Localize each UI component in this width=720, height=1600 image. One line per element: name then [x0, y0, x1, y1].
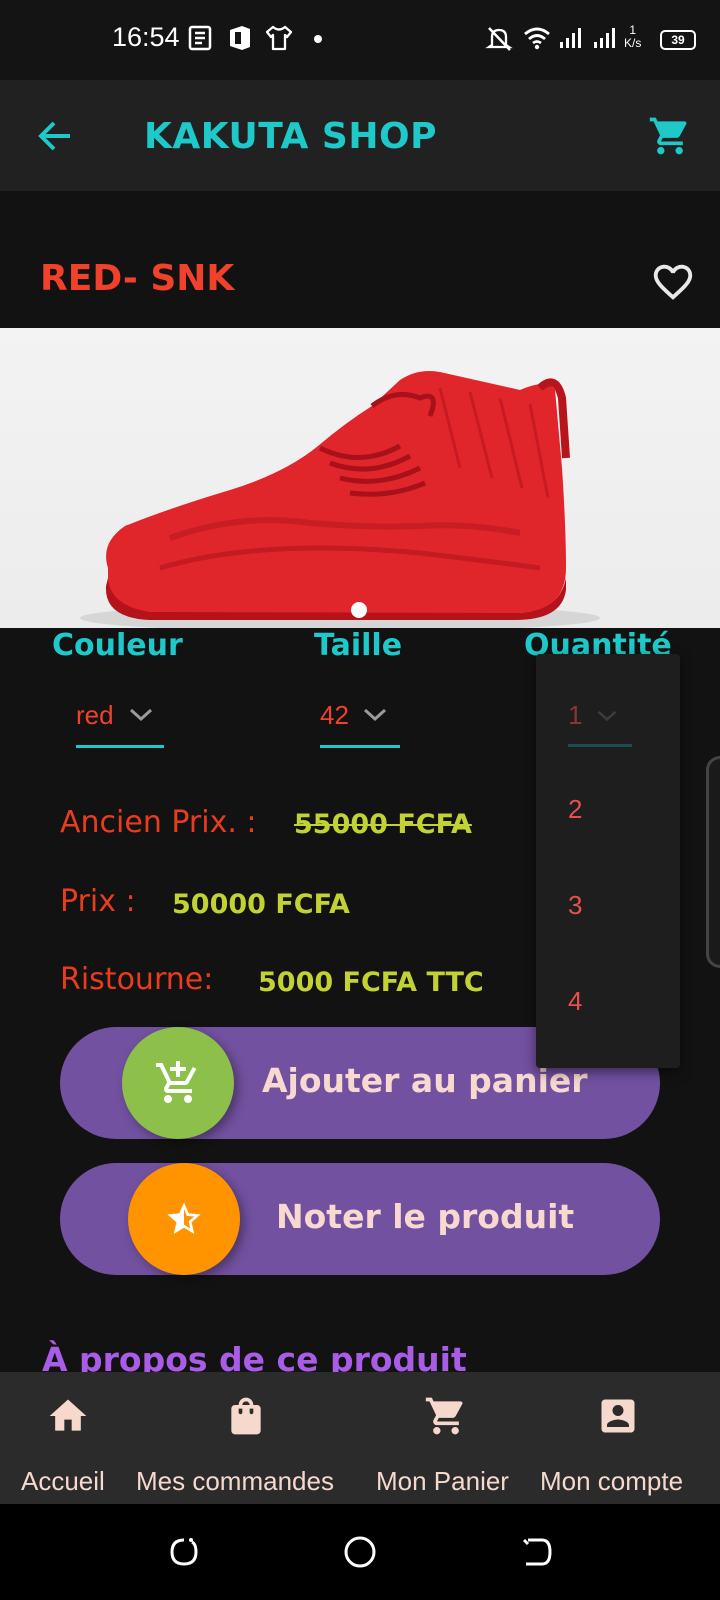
sneaker-image	[80, 371, 600, 628]
color-select[interactable]: red	[76, 692, 164, 748]
app-title: KAKUTA SHOP	[144, 116, 437, 157]
star-half-icon	[167, 1202, 201, 1234]
price-value: 50000 FCFA	[172, 889, 350, 920]
nav-label-mes-commandes: Mes commandes	[136, 1466, 334, 1496]
rate-product-label: Noter le produit	[276, 1197, 575, 1236]
add-shopping-cart-icon	[156, 1061, 197, 1103]
color-label: Couleur	[52, 628, 183, 663]
add-to-cart-circle	[122, 1027, 234, 1139]
chevron-down-icon	[597, 710, 617, 722]
nav-item-accueil[interactable]: Accueil	[0, 1372, 136, 1504]
shopping-bag-icon	[231, 1397, 261, 1435]
rate-product-circle	[128, 1163, 240, 1275]
quantity-option[interactable]: 1	[568, 700, 582, 731]
system-navigation-bar	[0, 1504, 720, 1600]
quantity-option[interactable]: 3	[568, 890, 582, 921]
cart-icon	[425, 1397, 463, 1435]
back-nav-icon[interactable]	[518, 1534, 554, 1570]
nav-item-mes-commandes[interactable]: Mes commandes	[136, 1372, 356, 1504]
news-icon	[188, 25, 212, 51]
home-circle-icon[interactable]	[342, 1534, 378, 1570]
arrow-left-icon[interactable]	[36, 116, 76, 156]
status-bar: 16:54 1 K/s 39	[0, 0, 720, 80]
nav-label-mon-compte: Mon compte	[540, 1466, 684, 1496]
quantity-select-underline	[568, 744, 632, 747]
network-speed-unit: K/s	[624, 36, 642, 50]
price-label: Prix :	[60, 884, 136, 919]
heart-outline-icon[interactable]	[650, 259, 696, 305]
old-price-label: Ancien Prix. :	[60, 805, 257, 840]
signal-icon	[560, 28, 581, 48]
nav-item-mon-panier[interactable]: Mon Panier	[368, 1372, 524, 1504]
app-bar: KAKUTA SHOP	[0, 80, 720, 191]
tshirt-icon	[265, 25, 293, 51]
product-image[interactable]	[0, 328, 720, 628]
home-icon	[49, 1399, 87, 1431]
product-name: RED- SNK	[40, 258, 235, 299]
cart-icon[interactable]	[648, 114, 692, 158]
account-icon	[601, 1399, 635, 1433]
size-select-value: 42	[320, 700, 349, 730]
battery-indicator: 39	[660, 30, 696, 50]
office-icon	[230, 26, 250, 50]
bell-off-icon	[485, 27, 513, 51]
quantity-dropdown[interactable]: 1 2 3 4	[536, 654, 680, 1068]
nav-label-accueil: Accueil	[21, 1466, 105, 1496]
color-select-value: red	[76, 700, 114, 730]
dot-icon	[314, 35, 322, 43]
quantity-option[interactable]: 2	[568, 794, 582, 825]
status-time: 16:54	[112, 22, 180, 52]
edge-panel-handle[interactable]	[706, 756, 720, 968]
quantity-option[interactable]: 4	[568, 986, 582, 1017]
discount-value: 5000 FCFA TTC	[258, 967, 484, 998]
network-speed: 1 K/s	[624, 24, 641, 50]
chevron-down-icon	[363, 708, 387, 722]
signal-icon	[594, 28, 615, 48]
chevron-down-icon	[129, 708, 153, 722]
old-price-value: 55000 FCFA	[294, 809, 472, 840]
size-select[interactable]: 42	[320, 692, 400, 748]
size-label: Taille	[314, 628, 403, 663]
bottom-navigation: Accueil Mes commandes Mon Panier Mon com…	[0, 1372, 720, 1504]
recent-apps-icon[interactable]	[166, 1534, 202, 1570]
nav-item-mon-compte[interactable]: Mon compte	[538, 1372, 706, 1504]
rate-product-button[interactable]: Noter le produit	[60, 1163, 660, 1275]
wifi-icon	[524, 27, 550, 50]
nav-label-mon-panier: Mon Panier	[376, 1466, 509, 1496]
carousel-dot-active[interactable]	[351, 602, 367, 618]
discount-label: Ristourne:	[60, 962, 214, 997]
